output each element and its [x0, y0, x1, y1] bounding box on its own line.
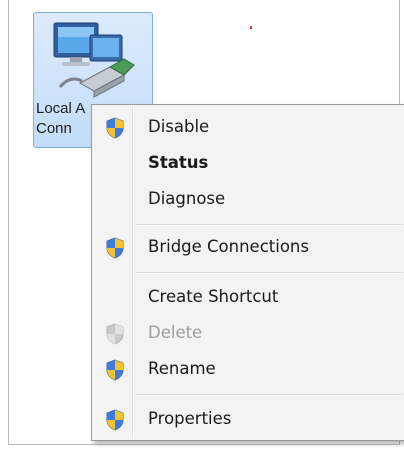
network-connection-icon — [53, 22, 135, 98]
menu-item-diagnose[interactable]: Diagnose — [94, 183, 404, 215]
menu-item-label: Create Shortcut — [148, 287, 279, 306]
uac-shield-icon-disabled — [106, 323, 124, 345]
menu-item-label: Rename — [148, 359, 216, 378]
stray-pixel — [250, 26, 252, 29]
window-frame: Local A Conn Disable Status Diagnose Bri… — [8, 0, 404, 445]
uac-shield-icon — [106, 237, 124, 259]
menu-item-label: Diagnose — [148, 189, 226, 208]
menu-item-create-shortcut[interactable]: Create Shortcut — [94, 281, 404, 313]
uac-shield-icon — [106, 359, 124, 381]
context-menu: Disable Status Diagnose Bridge Connectio… — [91, 104, 404, 441]
menu-item-delete: Delete — [94, 317, 404, 349]
menu-item-label: Properties — [148, 409, 232, 428]
uac-shield-icon — [106, 117, 124, 139]
menu-item-label: Bridge Connections — [148, 237, 309, 256]
uac-shield-icon — [106, 409, 124, 431]
menu-separator — [136, 394, 402, 396]
menu-item-label: Disable — [148, 117, 210, 136]
menu-item-disable[interactable]: Disable — [94, 111, 404, 143]
menu-item-status[interactable]: Status — [94, 147, 404, 179]
menu-item-bridge-connections[interactable]: Bridge Connections — [94, 231, 404, 263]
menu-item-properties[interactable]: Properties — [94, 403, 404, 435]
menu-separator — [136, 224, 402, 226]
menu-item-label: Delete — [148, 323, 203, 342]
menu-separator — [136, 272, 402, 274]
menu-item-label: Status — [148, 153, 209, 172]
menu-item-rename[interactable]: Rename — [94, 353, 404, 385]
